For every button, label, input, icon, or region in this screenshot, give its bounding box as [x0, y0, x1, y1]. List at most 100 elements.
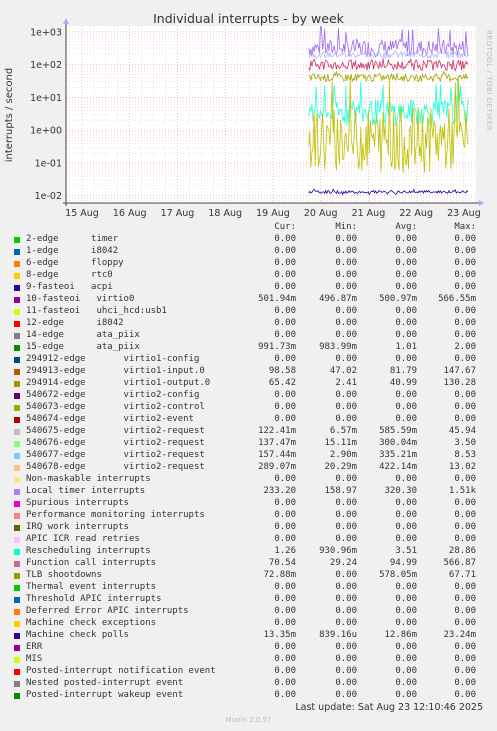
legend-cur: 233.20 — [263, 486, 296, 496]
x-tick-label: 15 Aug — [65, 208, 99, 219]
legend-swatch — [14, 489, 20, 495]
legend-row: IRQ work interrupts 0.00 0.00 0.00 0.00 — [0, 522, 497, 534]
legend-cur: 65.42 — [268, 378, 296, 388]
legend-name: 540673-edge virtio2-control — [26, 402, 205, 412]
legend-min: 158.97 — [324, 486, 357, 496]
legend-row: Threshold APIC interrupts 0.00 0.00 0.00 0.0… — [0, 594, 497, 606]
y-tick-label: 1e+02 — [30, 60, 62, 71]
legend-min: 0.00 — [335, 402, 357, 412]
legend-name: Nested posted-interrupt event — [26, 678, 184, 688]
legend-min: 0.00 — [335, 510, 357, 520]
legend-avg: 0.00 — [395, 690, 417, 700]
legend-avg: 0.00 — [395, 654, 417, 664]
legend-row: 15-edge ata_piix 991.73m 983.99m 1.01 2.00 — [0, 342, 497, 354]
legend-swatch — [14, 453, 20, 459]
legend-avg: 0.00 — [395, 330, 417, 340]
legend-swatch — [14, 393, 20, 399]
munin-version: Munin 2.0.57 — [225, 716, 272, 724]
legend-min: 496.87m — [319, 294, 357, 304]
legend-cur: 0.00 — [274, 390, 296, 400]
legend-avg: 0.00 — [395, 666, 417, 676]
legend-row: Non-maskable interrupts 0.00 0.00 0.00 0.00 — [0, 474, 497, 486]
legend-name: 294912-edge virtio1-config — [26, 354, 200, 364]
legend-swatch — [14, 645, 20, 651]
legend-avg: 0.00 — [395, 354, 417, 364]
legend-cur: 0.00 — [274, 318, 296, 328]
legend-name: Threshold APIC interrupts — [26, 594, 162, 604]
legend-avg: 0.00 — [395, 258, 417, 268]
legend-row: 2-edge timer 0.00 0.00 0.00 0.00 — [0, 234, 497, 246]
legend-row: 540677-edge virtio2-request 157.44m 2.90m 3… — [0, 450, 497, 462]
legend-cur: 0.00 — [274, 654, 296, 664]
legend-max: 130.28 — [443, 378, 476, 388]
legend-min: 0.00 — [335, 654, 357, 664]
legend-swatch — [14, 273, 20, 279]
legend-max: 0.00 — [454, 666, 476, 676]
legend-name: 540677-edge virtio2-request — [26, 450, 205, 460]
legend-name: Deferred Error APIC interrupts — [26, 606, 189, 616]
legend-row: 540674-edge virtio2-event 0.00 0.00 0.00 0.0… — [0, 414, 497, 426]
legend-name: 2-edge timer — [26, 234, 119, 244]
legend-swatch — [14, 429, 20, 435]
legend-min: 0.00 — [335, 594, 357, 604]
legend-min: 0.00 — [335, 498, 357, 508]
legend-min: 2.41 — [335, 378, 357, 388]
legend-swatch — [14, 585, 20, 591]
legend-min: 0.00 — [335, 390, 357, 400]
legend-max: 0.00 — [454, 402, 476, 412]
legend-cur: 991.73m — [258, 342, 296, 352]
legend-avg: 0.00 — [395, 402, 417, 412]
legend-row: 540675-edge virtio2-request 122.41m 6.57m 5… — [0, 426, 497, 438]
legend-row: Thermal event interrupts 0.00 0.00 0.00 0.00 — [0, 582, 497, 594]
legend-avg: 40.99 — [389, 378, 417, 388]
legend-row: 11-fasteoi uhci_hcd:usb1 0.00 0.00 0.00 0.00 — [0, 306, 497, 318]
legend-avg: 0.00 — [395, 306, 417, 316]
legend-avg: 0.00 — [395, 606, 417, 616]
legend-cur: 72.88m — [263, 570, 296, 580]
legend-max: 0.00 — [454, 534, 476, 544]
legend-cur: 0.00 — [274, 306, 296, 316]
legend-max: 0.00 — [454, 354, 476, 364]
legend-max: 0.00 — [454, 618, 476, 628]
legend-avg: 0.00 — [395, 474, 417, 484]
legend-row: 6-edge floppy 0.00 0.00 0.00 0.00 — [0, 258, 497, 270]
legend-avg: 422.14m — [379, 462, 417, 472]
legend-cur: 501.94m — [258, 294, 296, 304]
legend-row: APIC ICR read retries 0.00 0.00 0.00 0.00 — [0, 534, 497, 546]
header-cur: Cur: — [274, 222, 296, 232]
legend-max: 1.51k — [448, 486, 476, 496]
header-max: Max: — [454, 222, 476, 232]
legend-max: 0.00 — [454, 330, 476, 340]
legend-avg: 94.99 — [389, 558, 417, 568]
y-tick-label: 1e+01 — [30, 93, 62, 104]
legend-row: TLB shootdowns 72.88m 0.00 578.05m 67.71 — [0, 570, 497, 582]
legend-row: 10-fasteoi virtio0 501.94m 496.87m 500.97m 5… — [0, 294, 497, 306]
legend-avg: 0.00 — [395, 594, 417, 604]
x-tick-label: 16 Aug — [113, 208, 147, 219]
legend-cur: 0.00 — [274, 474, 296, 484]
legend-swatch — [14, 573, 20, 579]
legend-cur: 0.00 — [274, 582, 296, 592]
legend-swatch — [14, 525, 20, 531]
legend-min: 0.00 — [335, 258, 357, 268]
legend-row: 540676-edge virtio2-request 137.47m 15.11m… — [0, 438, 497, 450]
legend-avg: 0.00 — [395, 534, 417, 544]
legend-swatch — [14, 513, 20, 519]
legend-swatch — [14, 381, 20, 387]
legend-max: 0.00 — [454, 678, 476, 688]
legend-row: Machine check exceptions 0.00 0.00 0.00 0.00 — [0, 618, 497, 630]
legend-name: 8-edge rtc0 — [26, 270, 113, 280]
legend-cur: 0.00 — [274, 666, 296, 676]
legend-cur: 0.00 — [274, 642, 296, 652]
legend-row: MIS 0.00 0.00 0.00 0.00 — [0, 654, 497, 666]
legend-max: 0.00 — [454, 642, 476, 652]
legend-max: 0.00 — [454, 234, 476, 244]
legend-min: 0.00 — [335, 414, 357, 424]
legend-min: 0.00 — [335, 582, 357, 592]
header-avg: Avg: — [395, 222, 417, 232]
legend-max: 0.00 — [454, 282, 476, 292]
legend-row: Performance monitoring interrupts 0.00 0.0… — [0, 510, 497, 522]
legend-cur: 0.00 — [274, 522, 296, 532]
legend-name: Machine check polls — [26, 630, 129, 640]
legend-swatch — [14, 549, 20, 555]
